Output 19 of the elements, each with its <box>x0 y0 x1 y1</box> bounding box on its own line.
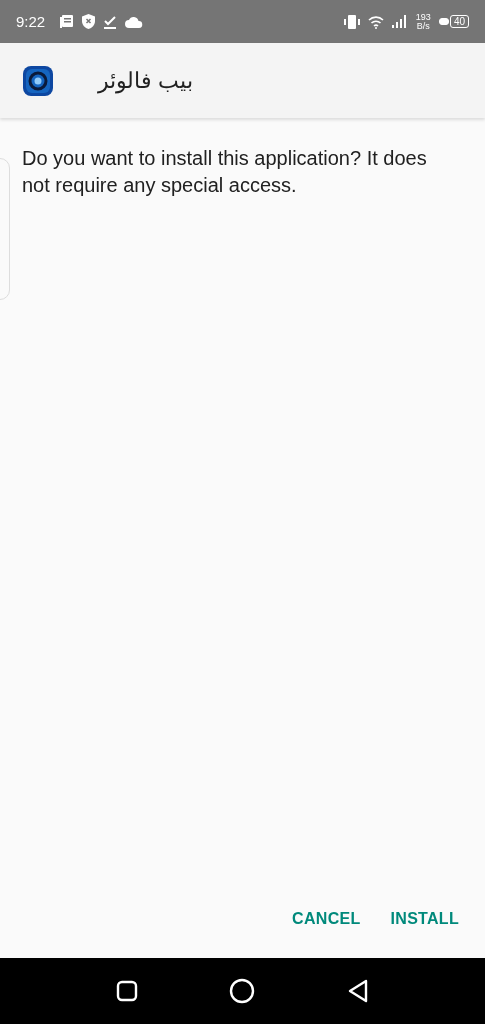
recents-button[interactable] <box>115 980 138 1002</box>
vibrate-icon <box>343 14 360 29</box>
home-button[interactable] <box>229 978 256 1004</box>
back-button[interactable] <box>347 979 370 1003</box>
shield-icon <box>82 14 96 29</box>
network-speed: 193 B/s <box>415 12 431 31</box>
battery-terminal-icon <box>438 18 449 25</box>
cloud-icon <box>125 15 144 28</box>
battery-level: 40 <box>449 15 469 28</box>
clock-time: 9:22 <box>16 13 46 30</box>
app-icon <box>22 64 54 97</box>
install-button[interactable]: INSTALL <box>382 902 467 936</box>
signal-icon <box>391 15 408 28</box>
install-prompt: Do you want to install this application? It does not require any special access. <box>22 146 428 198</box>
cancel-button[interactable]: CANCEL <box>284 902 369 936</box>
wifi-icon <box>367 14 384 29</box>
checkmark-icon <box>103 14 118 29</box>
document-icon <box>59 14 75 29</box>
app-name: بيب فالوئر <box>98 67 194 94</box>
